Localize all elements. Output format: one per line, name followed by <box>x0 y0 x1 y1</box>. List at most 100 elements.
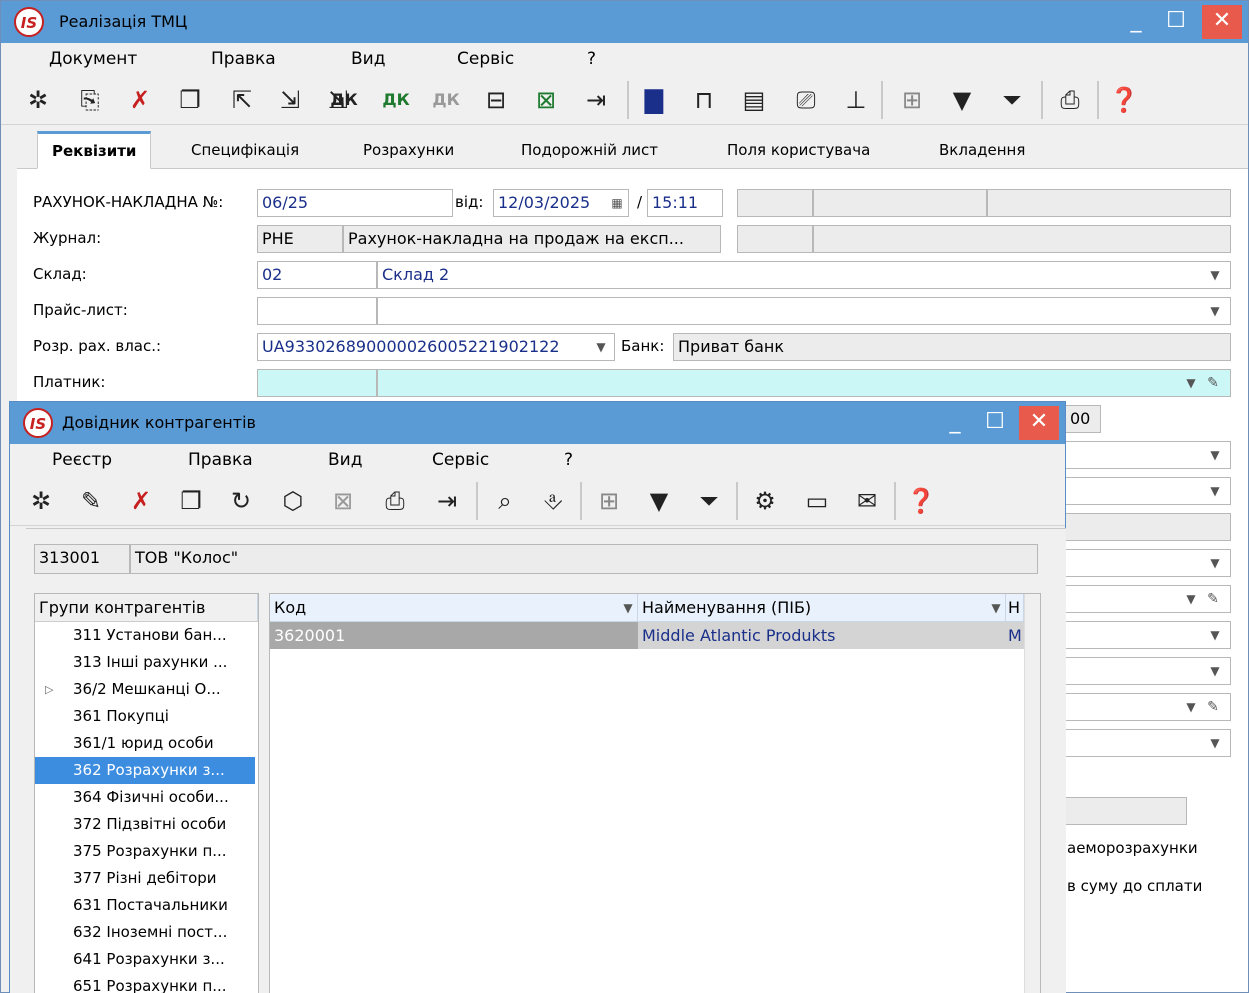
payer-code-input[interactable] <box>257 369 377 397</box>
menu-edit[interactable]: Правка <box>211 49 276 69</box>
group-item[interactable]: 361/1 юрид особи <box>35 730 255 757</box>
help-icon[interactable]: ❓ <box>904 484 938 518</box>
chevron-down-icon[interactable]: ▼ <box>1207 265 1223 285</box>
tree-icon[interactable]: ⊥ <box>839 83 873 117</box>
vertical-scrollbar[interactable] <box>1024 594 1040 993</box>
export-icon[interactable]: ⇱ <box>225 83 259 117</box>
tab-user-fields[interactable]: Поля користувача <box>713 131 884 169</box>
folder-icon[interactable]: ▤ <box>737 83 771 117</box>
own-account-select[interactable]: UA933026890000026005221902122 <box>257 333 615 361</box>
close-icon[interactable]: ✕ <box>1019 406 1059 440</box>
chevron-down-icon[interactable]: ▼ <box>1207 733 1223 753</box>
tab-specification[interactable]: Специфікація <box>177 131 313 169</box>
menu-help[interactable]: ? <box>564 450 573 470</box>
close-icon[interactable]: ✕ <box>1202 5 1242 39</box>
add-icon[interactable]: ✲ <box>24 484 58 518</box>
chevron-down-icon[interactable]: ▼ <box>1207 445 1223 465</box>
chevron-down-icon[interactable]: ▼ <box>1207 481 1223 501</box>
dk-icon[interactable]: ДК <box>327 83 361 117</box>
settings-icon[interactable]: ⚙ <box>748 484 782 518</box>
attach-icon[interactable]: ⎀ <box>536 484 570 518</box>
lock-icon[interactable]: ⊟ <box>479 83 513 117</box>
chevron-down-icon[interactable]: ▼ <box>1207 661 1223 681</box>
group-item[interactable]: 632 Іноземні пост... <box>35 919 255 946</box>
import-icon[interactable]: ⇲ <box>273 83 307 117</box>
group-item[interactable]: 651 Розрахунки п... <box>35 973 255 993</box>
menu-registry[interactable]: Реєстр <box>52 450 112 470</box>
menu-view[interactable]: Вид <box>351 49 385 69</box>
menu-service[interactable]: Сервіс <box>457 49 514 69</box>
mail-icon[interactable]: ✉ <box>850 484 884 518</box>
maximize-icon[interactable]: ☐ <box>977 406 1013 440</box>
menu-edit[interactable]: Правка <box>188 450 253 470</box>
edit-pencil-icon[interactable]: ✎ <box>1205 697 1221 717</box>
col-header-code[interactable]: Код <box>270 594 638 622</box>
tab-attachments[interactable]: Вкладення <box>925 131 1039 169</box>
maximize-icon[interactable]: ☐ <box>1158 5 1194 39</box>
delete-icon[interactable]: ✗ <box>123 83 157 117</box>
chevron-down-icon[interactable]: ▼ <box>1207 301 1223 321</box>
edit-pencil-icon[interactable]: ✎ <box>1205 589 1221 609</box>
grid-icon[interactable]: ⊞ <box>895 83 929 117</box>
print-icon[interactable]: ⎙ <box>1053 83 1087 117</box>
calendar-icon[interactable]: ▦ <box>609 193 625 213</box>
dk-green-icon[interactable]: ДК <box>379 83 413 117</box>
card-icon[interactable]: ▭ <box>800 484 834 518</box>
tab-calculations[interactable]: Розрахунки <box>349 131 468 169</box>
group-item[interactable]: 641 Розрахунки з... <box>35 946 255 973</box>
chevron-down-icon[interactable]: ▼ <box>1183 697 1199 717</box>
edit-icon[interactable]: ✎ <box>74 484 108 518</box>
pricelist-name-select[interactable] <box>377 297 1231 325</box>
search-icon[interactable]: ⌕ <box>488 484 522 518</box>
menu-service[interactable]: Сервіс <box>432 450 489 470</box>
new-doc-icon[interactable]: ✲ <box>21 83 55 117</box>
book-icon[interactable]: ⊓ <box>687 83 721 117</box>
expand-triangle-icon[interactable]: ▷ <box>45 676 53 703</box>
filter-icon[interactable]: ▼ <box>642 484 676 518</box>
copy-icon[interactable]: ❐ <box>174 484 208 518</box>
exit-icon[interactable]: ⇥ <box>430 484 464 518</box>
main-titlebar[interactable]: IS Реалізація ТМЦ _ ☐ ✕ <box>1 1 1248 43</box>
group-item[interactable]: 377 Різні дебітори <box>35 865 255 892</box>
warehouse-code-input[interactable]: 02 <box>257 261 377 289</box>
chevron-down-icon[interactable]: ▼ <box>988 598 1004 618</box>
menu-help[interactable]: ? <box>587 49 596 69</box>
copy-icon[interactable]: ❐ <box>173 83 207 117</box>
print-icon[interactable]: ⎙ <box>378 484 412 518</box>
table-row[interactable]: 3620001 Middle Atlantic Produkts M <box>270 622 1024 649</box>
chevron-down-icon[interactable]: ▼ <box>1207 553 1223 573</box>
box-icon[interactable]: ⬡ <box>276 484 310 518</box>
group-item[interactable]: 361 Покупці <box>35 703 255 730</box>
group-item[interactable]: ▷ 36/2 Мешканці О... <box>35 676 255 703</box>
filter-icon[interactable]: ▼ <box>945 83 979 117</box>
col-header-name[interactable]: Найменування (ПІБ) <box>638 594 1006 622</box>
delete-icon[interactable]: ✗ <box>124 484 158 518</box>
group-item[interactable]: 372 Підзвітні особи <box>35 811 255 838</box>
chevron-down-icon[interactable]: ▼ <box>620 598 636 618</box>
menu-document[interactable]: Документ <box>49 49 137 69</box>
time-input[interactable]: 15:11 <box>647 189 723 217</box>
group-item[interactable]: 362 Розрахунки з... <box>35 757 255 784</box>
exit-icon[interactable]: ⇥ <box>579 83 613 117</box>
group-item[interactable]: 375 Розрахунки п... <box>35 838 255 865</box>
edit-pencil-icon[interactable]: ✎ <box>1205 373 1221 393</box>
save-icon[interactable]: ▇ <box>637 83 671 117</box>
dialog-titlebar[interactable]: IS Довідник контрагентів _ ☐ ✕ <box>10 402 1065 444</box>
col-header-extra[interactable]: Н <box>1006 594 1024 622</box>
group-item[interactable]: 313 Інші рахунки ... <box>35 649 255 676</box>
invoice-number-input[interactable]: 06/25 <box>257 189 453 217</box>
new-copy-icon[interactable]: ⎘ <box>73 83 107 117</box>
clear-filter-icon[interactable]: ⏷ <box>995 83 1029 117</box>
chevron-down-icon[interactable]: ▼ <box>1207 625 1223 645</box>
tab-waybill[interactable]: Подорожній лист <box>507 131 672 169</box>
group-item[interactable]: 631 Постачальники <box>35 892 255 919</box>
help-icon[interactable]: ❓ <box>1107 83 1141 117</box>
chevron-down-icon[interactable]: ▼ <box>593 337 609 357</box>
warehouse-name-select[interactable]: Склад 2 <box>377 261 1231 289</box>
chevron-down-icon[interactable]: ▼ <box>1183 373 1199 393</box>
refresh-icon[interactable]: ↻ <box>224 484 258 518</box>
link-icon[interactable]: ⎚ <box>789 83 823 117</box>
clear-filter-icon[interactable]: ⏷ <box>692 484 726 518</box>
minimize-icon[interactable]: _ <box>1118 5 1154 39</box>
excel-icon[interactable]: ⊠ <box>529 83 563 117</box>
